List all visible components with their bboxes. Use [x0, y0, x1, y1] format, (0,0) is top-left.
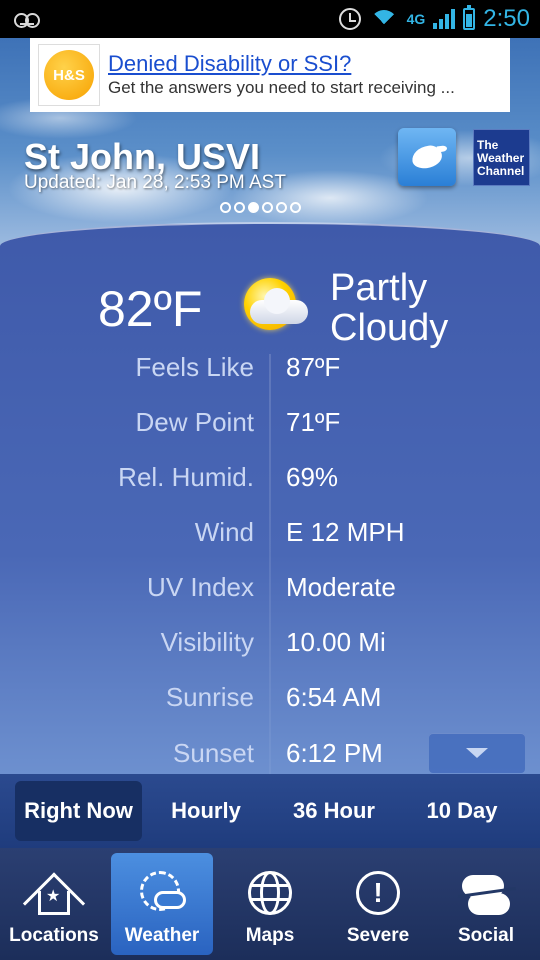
page-dot [234, 202, 245, 213]
nav-weather[interactable]: Weather [111, 853, 213, 955]
current-temperature: 82ºF [98, 281, 203, 337]
bottom-nav: ★ Locations Weather Maps ! Severe Social [0, 848, 540, 960]
ad-description: Get the answers you need to start receiv… [108, 78, 455, 97]
detail-value-sunrise: 6:54 AM [286, 682, 382, 712]
detail-value-uv-index: Moderate [286, 572, 396, 602]
detail-value-humidity: 69% [286, 462, 339, 492]
nav-social[interactable]: Social [435, 853, 537, 955]
tab-10-day[interactable]: 10 Day [398, 781, 526, 841]
detail-value-sunset: 6:12 PM [286, 738, 383, 768]
twitter-button[interactable] [398, 128, 456, 186]
detail-label-wind: Wind [194, 517, 254, 547]
alert-icon: ! [352, 867, 404, 919]
tab-hourly[interactable]: Hourly [142, 781, 270, 841]
page-dot-active [248, 202, 259, 213]
ad-logo[interactable]: H&S [38, 44, 100, 106]
scroll-down-button[interactable] [429, 733, 525, 773]
tab-36-hour[interactable]: 36 Hour [270, 781, 398, 841]
detail-value-dew-point: 71ºF [286, 407, 341, 437]
globe-icon [244, 867, 296, 919]
detail-label-uv-index: UV Index [147, 572, 254, 602]
page-dot [290, 202, 301, 213]
updated-timestamp: Updated: Jan 28, 2:53 PM AST [24, 172, 286, 193]
nav-locations[interactable]: ★ Locations [3, 853, 105, 955]
page-dot [262, 202, 273, 213]
wifi-icon [369, 8, 399, 30]
detail-label-visibility: Visibility [160, 627, 254, 657]
alarm-icon [338, 8, 361, 30]
nav-severe[interactable]: ! Severe [327, 853, 429, 955]
detail-value-visibility: 10.00 Mi [286, 627, 386, 657]
twitter-bird-icon [410, 144, 444, 170]
detail-label-sunrise: Sunrise [165, 682, 254, 712]
signal-icon [433, 9, 456, 29]
ad-title-link[interactable]: Denied Disability or SSI? [108, 51, 502, 77]
status-bar: 4G 2:50 [0, 0, 540, 38]
nav-label: Social [458, 925, 514, 946]
tab-right-now[interactable]: Right Now [15, 781, 142, 841]
partly-cloudy-icon [240, 272, 310, 334]
ad-banner[interactable]: H&S Denied Disability or SSI? Get the an… [30, 38, 510, 112]
column-divider [269, 354, 271, 774]
detail-label-dew-point: Dew Point [135, 407, 255, 437]
nav-label: Weather [124, 925, 200, 946]
current-condition: Partly Cloudy [330, 268, 449, 348]
ad-logo-badge: H&S [44, 50, 94, 100]
weather-channel-logo[interactable]: The Weather Channel [473, 129, 530, 186]
detail-label-feels-like: Feels Like [135, 352, 255, 382]
nav-label: Severe [346, 925, 410, 946]
social-cloud-icon [458, 867, 516, 919]
detail-value-wind: E 12 MPH [286, 517, 405, 547]
voicemail-icon [14, 13, 40, 28]
battery-icon [463, 5, 476, 30]
chevron-down-icon [466, 748, 488, 758]
nav-maps[interactable]: Maps [219, 853, 321, 955]
page-dot [220, 202, 231, 213]
page-dot [276, 202, 287, 213]
detail-value-feels-like: 87ºF [286, 352, 341, 382]
location-page-indicator[interactable] [220, 202, 301, 213]
home-star-icon: ★ [22, 867, 86, 935]
detail-label-sunset: Sunset [173, 738, 254, 768]
detail-label-humidity: Rel. Humid. [118, 462, 254, 492]
nav-label: Maps [245, 925, 295, 946]
sun-cloud-icon [136, 867, 188, 919]
network-type: 4G [406, 11, 426, 27]
period-tabs: Right Now Hourly 36 Hour 10 Day [0, 774, 540, 848]
status-clock: 2:50 [483, 5, 530, 32]
